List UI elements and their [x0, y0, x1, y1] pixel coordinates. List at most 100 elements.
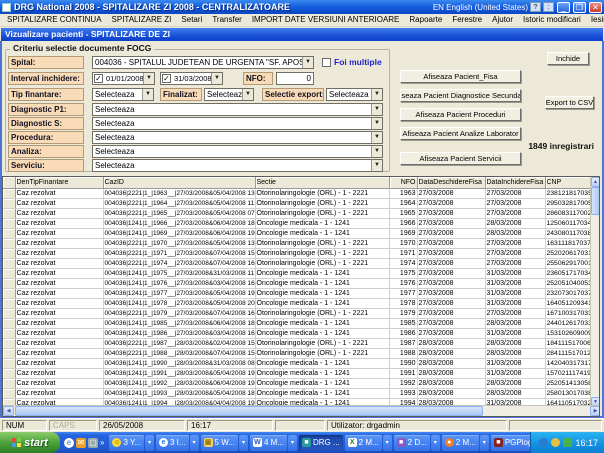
restore-button[interactable]: ❐	[573, 2, 586, 13]
table-row[interactable]: Caz rezolvat004036|2221|1_|1979__|27/03/…	[3, 308, 591, 318]
chevron-down-icon[interactable]: ▼	[143, 73, 154, 84]
selectie-export-combobox[interactable]: Selecteaza ▼	[326, 88, 383, 101]
start-button[interactable]: start	[0, 432, 60, 453]
row-selector[interactable]	[3, 218, 15, 228]
table-row[interactable]: Caz rezolvat004036|1241|1_|1978__|27/03/…	[3, 298, 591, 308]
tip-finantare-combobox[interactable]: Selecteaza ▼	[92, 88, 154, 101]
taskbar-button-word[interactable]: W4 M...	[250, 435, 287, 451]
row-selector[interactable]	[3, 198, 15, 208]
task-group-arrow-icon[interactable]: ▾	[145, 435, 154, 451]
menu-item-import-date-versiuni-anterioare[interactable]: IMPORT DATE VERSIUNI ANTERIOARE	[247, 14, 405, 26]
chevron-down-icon[interactable]: ▼	[371, 104, 382, 115]
column-header-sectie[interactable]: Sectie	[255, 177, 389, 188]
table-row[interactable]: Caz rezolvat004036|1241|1_|1990__|28/03/…	[3, 358, 591, 368]
menu-item-rapoarte[interactable]: Rapoarte	[404, 14, 447, 26]
column-header-dentip[interactable]: DenTipFinantare	[15, 177, 103, 188]
inchide-button[interactable]: Inchide	[547, 52, 589, 65]
menu-item-istoric-modificari[interactable]: Istoric modificari	[518, 14, 586, 26]
row-selector[interactable]	[3, 368, 15, 378]
menu-item-ferestre[interactable]: Ferestre	[447, 14, 487, 26]
taskbar-button-ie[interactable]: e3 I...	[156, 435, 189, 451]
quick-launch-browser-icon[interactable]: e	[64, 438, 74, 448]
table-row[interactable]: Caz rezolvat004036|1241|1_|1993__|28/03/…	[3, 388, 591, 398]
row-selector[interactable]	[3, 308, 15, 318]
table-row[interactable]: Caz rezolvat004036|2221|1_|1963__|27/03/…	[3, 188, 591, 198]
quick-launch-overflow-icon[interactable]: »	[100, 438, 104, 447]
task-group-arrow-icon[interactable]: ▾	[480, 435, 489, 451]
tray-shield-icon[interactable]	[563, 438, 572, 447]
table-row[interactable]: Caz rezolvat004036|2221|1_|1974__|27/03/…	[3, 258, 591, 268]
taskbar-button-docs[interactable]: ■2 D...	[394, 435, 430, 451]
language-options-icon[interactable]: :	[543, 2, 554, 12]
menu-item-setari[interactable]: Setari	[176, 14, 207, 26]
table-row[interactable]: Caz rezolvat004036|1241|1_|1977__|27/03/…	[3, 288, 591, 298]
vertical-scroll-thumb[interactable]	[591, 187, 600, 215]
chevron-down-icon[interactable]: ▼	[371, 89, 382, 100]
afiseaza-pacient-fisa-button[interactable]: Afiseaza Pacient_Fisa	[400, 70, 521, 83]
row-selector[interactable]	[3, 248, 15, 258]
table-row[interactable]: Caz rezolvat004036|1241|1_|1992__|28/03/…	[3, 378, 591, 388]
task-group-arrow-icon[interactable]: ▾	[190, 435, 199, 451]
task-group-arrow-icon[interactable]: ▾	[288, 435, 297, 451]
row-selector[interactable]	[3, 258, 15, 268]
chevron-down-icon[interactable]: ▼	[242, 89, 253, 100]
task-group-arrow-icon[interactable]: ▾	[383, 435, 392, 451]
language-bar[interactable]: EN English (United States) ? : _ ❐ ✕	[433, 2, 602, 13]
table-row[interactable]: Caz rezolvat004036|1241|1_|1966__|27/03/…	[3, 218, 591, 228]
menu-item-transfer[interactable]: Transfer	[207, 14, 247, 26]
row-selector[interactable]	[3, 268, 15, 278]
table-row[interactable]: Caz rezolvat004036|1241|1_|1991__|28/03/…	[3, 368, 591, 378]
scroll-up-icon[interactable]: ▲	[591, 177, 600, 187]
row-selector[interactable]	[3, 298, 15, 308]
column-header-datadeschidere[interactable]: DataDeschidereFisa	[417, 177, 485, 188]
row-selector[interactable]	[3, 238, 15, 248]
column-header-datainchidere[interactable]: DataInchidereFisa	[485, 177, 545, 188]
row-selector[interactable]	[3, 388, 15, 398]
menu-item-ajutor[interactable]: Ajutor	[487, 14, 518, 26]
chevron-down-icon[interactable]: ▼	[371, 160, 382, 171]
table-row[interactable]: Caz rezolvat004036|2221|1_|1987__|28/03/…	[3, 338, 591, 348]
interval-to-datepicker[interactable]: ✓ 31/03/2008 ▼	[160, 72, 223, 85]
afiseaza-pacient-analize-button[interactable]: Afiseaza Pacient Analize Laborator	[400, 127, 521, 140]
quick-launch-desktop-icon[interactable]: ▢	[88, 438, 98, 448]
chevron-down-icon[interactable]: ▼	[302, 57, 313, 68]
afiseaza-pacient-servicii-button[interactable]: Afiseaza Pacient Servicii	[400, 152, 521, 165]
task-group-arrow-icon[interactable]: ▾	[239, 435, 248, 451]
row-selector[interactable]	[3, 228, 15, 238]
menu-item-iesire[interactable]: Iesire	[586, 14, 604, 26]
tray-network-icon[interactable]	[539, 438, 548, 447]
row-selector[interactable]	[3, 318, 15, 328]
row-selector[interactable]	[3, 358, 15, 368]
close-button[interactable]: ✕	[589, 2, 602, 13]
foi-multiple-checkbox[interactable]	[322, 58, 331, 67]
taskbar-button-excel[interactable]: X2 M...	[345, 435, 382, 451]
taskbar-button-app[interactable]: ●2 M...	[442, 435, 479, 451]
menu-item-spitalizare-continua[interactable]: SPITALIZARE CONTINUA	[2, 14, 107, 26]
chevron-down-icon[interactable]: ▼	[142, 89, 153, 100]
minimize-button[interactable]: _	[557, 2, 570, 13]
horizontal-scrollbar[interactable]: ◀ ▶	[3, 405, 600, 416]
column-header-cnp[interactable]: CNP	[545, 177, 591, 188]
diagnostic-p1-combobox[interactable]: Selecteaza ▼	[92, 103, 383, 116]
interval-from-checkbox[interactable]: ✓	[94, 74, 103, 83]
horizontal-scroll-thumb[interactable]	[15, 406, 483, 416]
analiza-combobox[interactable]: Selecteaza ▼	[92, 145, 383, 158]
row-selector[interactable]	[3, 278, 15, 288]
chevron-down-icon[interactable]: ▼	[371, 118, 382, 129]
chevron-down-icon[interactable]: ▼	[211, 73, 222, 84]
export-csv-button[interactable]: Export to CSV	[545, 96, 594, 109]
taskbar-button-pgplog[interactable]: ■PGPlog	[491, 435, 531, 451]
task-group-arrow-icon[interactable]: ▾	[431, 435, 440, 451]
interval-to-checkbox[interactable]: ✓	[162, 74, 171, 83]
nfo-input[interactable]: 0	[276, 72, 314, 85]
menu-item-spitalizare-zi[interactable]: SPITALIZARE ZI	[107, 14, 177, 26]
row-selector[interactable]	[3, 348, 15, 358]
taskbar-button-folder[interactable]: ▣5 W...	[201, 435, 238, 451]
column-header-cazid[interactable]: CazID	[103, 177, 255, 188]
table-row[interactable]: Caz rezolvat004036|1241|1_|1976__|27/03/…	[3, 278, 591, 288]
diagnostic-s-combobox[interactable]: Selecteaza ▼	[92, 117, 383, 130]
table-row[interactable]: Caz rezolvat004036|1241|1_|1969__|27/03/…	[3, 228, 591, 238]
quick-launch-mail-icon[interactable]: ✉	[76, 438, 86, 448]
row-selector[interactable]	[3, 288, 15, 298]
row-selector[interactable]	[3, 378, 15, 388]
